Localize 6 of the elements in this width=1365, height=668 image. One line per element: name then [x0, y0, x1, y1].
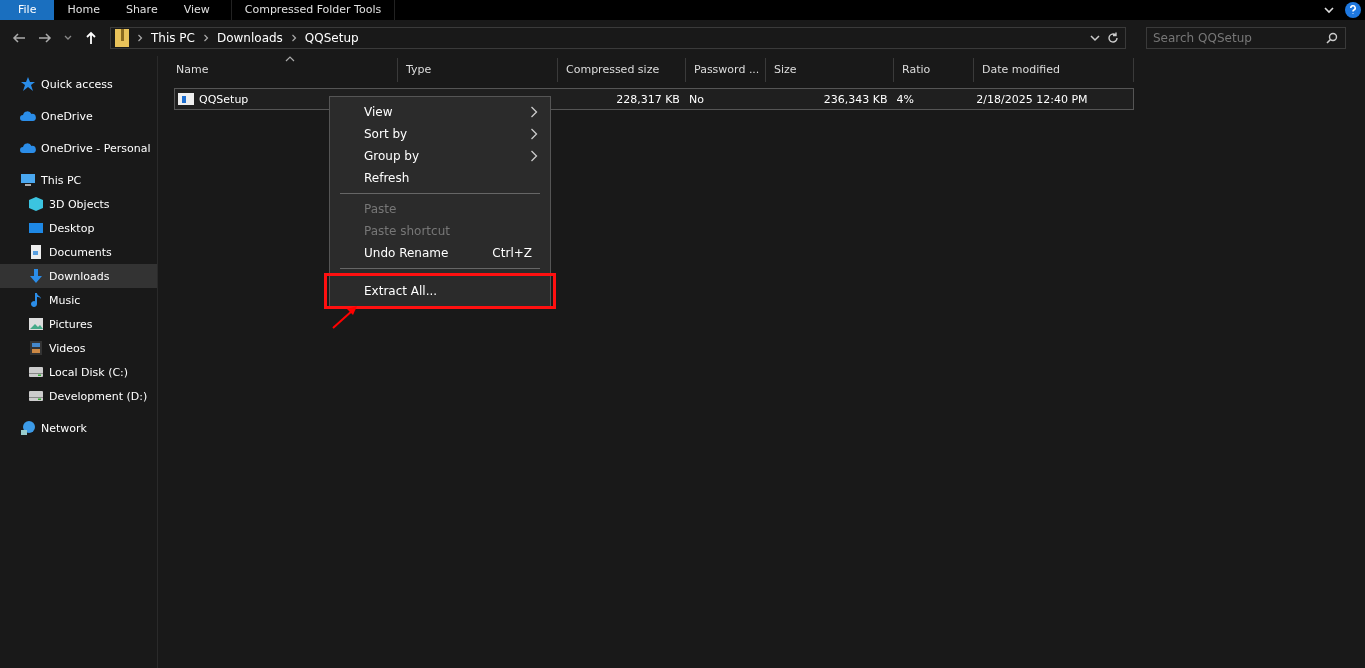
table-cell: QQSetup	[199, 92, 249, 106]
table-cell: 4%	[896, 92, 914, 106]
table-cell: No	[688, 92, 704, 106]
table-cell: 228,317 KB	[616, 92, 680, 106]
table-cell: 236,343 KB	[823, 92, 888, 106]
table-cell: 2/18/2025 12:40 PM	[976, 92, 1088, 106]
